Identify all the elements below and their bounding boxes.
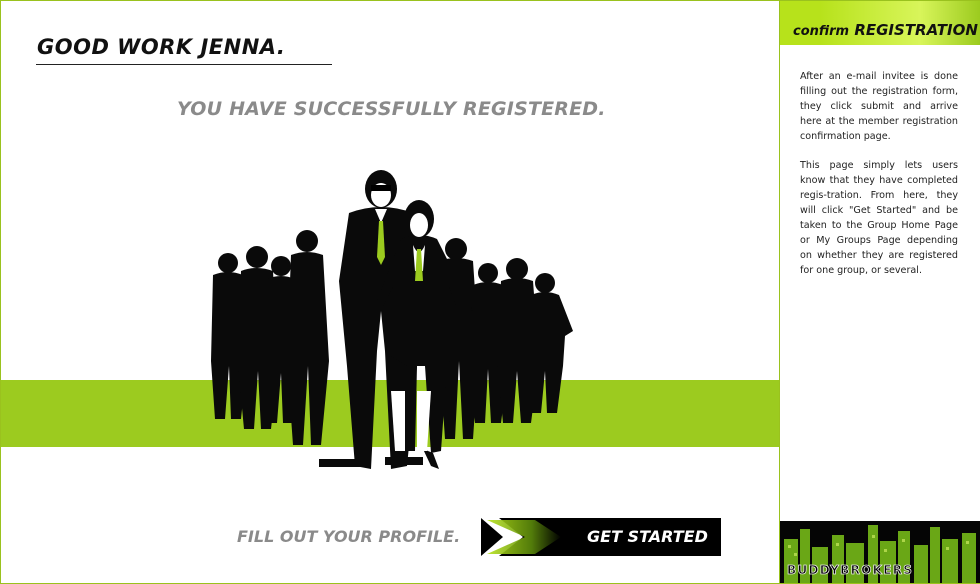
fill-profile-link[interactable]: FILL OUT YOUR PROFILE. bbox=[237, 527, 460, 546]
success-message: YOU HAVE SUCCESSFULLY REGISTERED. bbox=[177, 98, 606, 120]
business-people-illustration bbox=[211, 170, 573, 469]
main-panel: GOOD WORK JENNA. YOU HAVE SUCCESSFULLY R… bbox=[1, 1, 779, 583]
sidebar-header: confirm REGISTRATION bbox=[780, 1, 980, 45]
sidebar-title: confirm REGISTRATION bbox=[793, 21, 978, 39]
brand-logo: BUDDYBROKERS bbox=[787, 563, 914, 578]
greeting-underline bbox=[36, 64, 332, 65]
sidebar-description: After an e-mail invitee is done filling … bbox=[800, 69, 958, 292]
sidebar-paragraph: This page simply lets users know that th… bbox=[800, 160, 958, 276]
city-skyline-graphic: BUDDYBROKERS bbox=[780, 521, 980, 583]
sidebar-title-prefix: confirm bbox=[793, 24, 850, 39]
greeting-heading: GOOD WORK JENNA. bbox=[37, 35, 286, 59]
get-started-label: GET STARTED bbox=[587, 527, 708, 546]
sidebar-paragraph: After an e-mail invitee is done filling … bbox=[800, 71, 958, 142]
sidebar: confirm REGISTRATION After an e-mail inv… bbox=[779, 1, 980, 583]
sidebar-title-main: REGISTRATION bbox=[854, 21, 978, 39]
get-started-button[interactable]: GET STARTED bbox=[481, 518, 721, 556]
